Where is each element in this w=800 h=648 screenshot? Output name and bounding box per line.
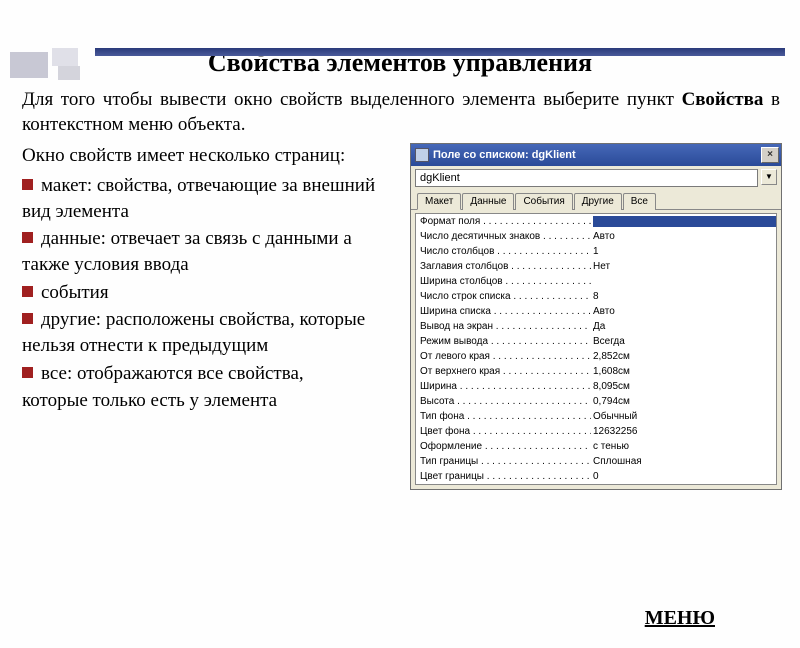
property-label: Вывод на экран . . . . . . . . . . . . .… <box>416 321 591 332</box>
property-value[interactable]: Авто <box>591 306 776 317</box>
list-item: другие: расположены свойства, которые не… <box>22 307 398 358</box>
tab-layout[interactable]: Макет <box>417 193 461 210</box>
property-row[interactable]: Цвет границы . . . . . . . . . . . . . .… <box>416 469 776 484</box>
tabs-row: Макет Данные События Другие Все <box>411 190 781 210</box>
list-item: макет: свойства, отвечающие за внешний в… <box>22 173 398 224</box>
property-row[interactable]: Оформление . . . . . . . . . . . . . . .… <box>416 439 776 454</box>
afterlist-text: которые только есть у элемента <box>22 388 398 414</box>
bullet-icon <box>22 232 33 243</box>
decoration-square <box>10 52 48 78</box>
dropdown-button[interactable]: ▼ <box>761 169 777 185</box>
property-row[interactable]: Цвет фона . . . . . . . . . . . . . . . … <box>416 424 776 439</box>
property-value[interactable]: 8 <box>591 291 776 302</box>
bullet-text: события <box>41 282 109 303</box>
property-label: Ширина столбцов . . . . . . . . . . . . … <box>416 276 591 287</box>
property-value[interactable] <box>591 216 776 227</box>
property-row[interactable]: Число столбцов . . . . . . . . . . . . .… <box>416 244 776 259</box>
bullet-icon <box>22 286 33 297</box>
property-label: Заглавия столбцов . . . . . . . . . . . … <box>416 261 591 272</box>
menu-link[interactable]: МЕНЮ <box>645 607 715 630</box>
property-label: Высота . . . . . . . . . . . . . . . . .… <box>416 396 591 407</box>
decoration-bar <box>95 48 785 56</box>
close-button[interactable]: × <box>761 147 779 163</box>
window-title: Поле со списком: dgKlient <box>433 149 761 161</box>
tab-events[interactable]: События <box>515 193 572 210</box>
property-label: Тип фона . . . . . . . . . . . . . . . .… <box>416 411 591 422</box>
property-row[interactable]: Тип фона . . . . . . . . . . . . . . . .… <box>416 409 776 424</box>
object-selector[interactable]: dgKlient <box>415 169 758 187</box>
property-row[interactable]: Ширина столбцов . . . . . . . . . . . . … <box>416 274 776 289</box>
property-value[interactable]: Всегда <box>591 336 776 347</box>
property-value[interactable]: 0,794см <box>591 396 776 407</box>
property-value[interactable]: Сплошная <box>591 456 776 467</box>
property-row[interactable]: Вывод на экран . . . . . . . . . . . . .… <box>416 319 776 334</box>
property-row[interactable]: Число десятичных знаков . . . . . . . . … <box>416 229 776 244</box>
tab-other[interactable]: Другие <box>574 193 622 210</box>
bullet-icon <box>22 367 33 378</box>
intro-bold: Свойства <box>682 89 764 110</box>
bullet-icon <box>22 313 33 324</box>
property-value[interactable]: Нет <box>591 261 776 272</box>
property-value[interactable]: 2,852см <box>591 351 776 362</box>
property-value[interactable]: Авто <box>591 231 776 242</box>
property-label: Число десятичных знаков . . . . . . . . … <box>416 231 591 242</box>
selector-value: dgKlient <box>420 172 460 184</box>
property-label: Режим вывода . . . . . . . . . . . . . .… <box>416 336 591 347</box>
intro-text-before: Для того чтобы вывести окно свойств выде… <box>22 89 682 110</box>
subintro-text: Окно свойств имеет несколько страниц: <box>22 143 398 169</box>
property-row[interactable]: От верхнего края . . . . . . . . . . . .… <box>416 364 776 379</box>
bullet-text: макет: свойства, отвечающие за внешний в… <box>22 175 375 222</box>
property-value[interactable]: 12632256 <box>591 426 776 437</box>
property-label: От верхнего края . . . . . . . . . . . .… <box>416 366 591 377</box>
property-label: Число строк списка . . . . . . . . . . .… <box>416 291 591 302</box>
intro-paragraph: Для того чтобы вывести окно свойств выде… <box>0 88 800 137</box>
property-label: Тип границы . . . . . . . . . . . . . . … <box>416 456 591 467</box>
bullet-text: данные: отвечает за связь с данными а та… <box>22 228 352 275</box>
list-item: события <box>22 280 398 306</box>
property-label: Число столбцов . . . . . . . . . . . . .… <box>416 246 591 257</box>
property-row[interactable]: Заглавия столбцов . . . . . . . . . . . … <box>416 259 776 274</box>
tab-data[interactable]: Данные <box>462 193 514 210</box>
decoration-square <box>58 66 80 80</box>
property-value[interactable]: Да <box>591 321 776 332</box>
property-row[interactable]: Ширина списка . . . . . . . . . . . . . … <box>416 304 776 319</box>
list-item: данные: отвечает за связь с данными а та… <box>22 226 398 277</box>
property-label: Цвет границы . . . . . . . . . . . . . .… <box>416 471 591 482</box>
property-value[interactable]: 8,095см <box>591 381 776 392</box>
property-label: Формат поля . . . . . . . . . . . . . . … <box>416 216 591 227</box>
property-row[interactable]: Высота . . . . . . . . . . . . . . . . .… <box>416 394 776 409</box>
property-row[interactable]: Число строк списка . . . . . . . . . . .… <box>416 289 776 304</box>
property-label: Ширина списка . . . . . . . . . . . . . … <box>416 306 591 317</box>
bullet-text: другие: расположены свойства, которые не… <box>22 309 365 356</box>
property-row[interactable]: Тип границы . . . . . . . . . . . . . . … <box>416 454 776 469</box>
decoration-square <box>52 48 78 66</box>
property-value[interactable]: 1 <box>591 246 776 257</box>
property-label: От левого края . . . . . . . . . . . . .… <box>416 351 591 362</box>
property-label: Оформление . . . . . . . . . . . . . . .… <box>416 441 591 452</box>
window-icon <box>415 148 429 162</box>
properties-list[interactable]: Формат поля . . . . . . . . . . . . . . … <box>415 213 777 485</box>
bullet-icon <box>22 179 33 190</box>
property-row[interactable]: Ширина . . . . . . . . . . . . . . . . .… <box>416 379 776 394</box>
property-label: Цвет фона . . . . . . . . . . . . . . . … <box>416 426 591 437</box>
properties-window: Поле со списком: dgKlient × dgKlient ▼ М… <box>410 143 782 490</box>
list-item: все: отображаются все свойства, <box>22 361 398 387</box>
property-value[interactable]: 0 <box>591 471 776 482</box>
property-row[interactable]: Формат поля . . . . . . . . . . . . . . … <box>416 214 776 229</box>
tab-all[interactable]: Все <box>623 193 656 210</box>
property-value[interactable]: 1,608см <box>591 366 776 377</box>
bullet-text: все: отображаются все свойства, <box>41 363 304 384</box>
property-row[interactable]: Режим вывода . . . . . . . . . . . . . .… <box>416 334 776 349</box>
property-row[interactable]: От левого края . . . . . . . . . . . . .… <box>416 349 776 364</box>
window-titlebar[interactable]: Поле со списком: dgKlient × <box>411 144 781 166</box>
property-label: Ширина . . . . . . . . . . . . . . . . .… <box>416 381 591 392</box>
property-value[interactable]: с тенью <box>591 441 776 452</box>
property-value[interactable]: Обычный <box>591 411 776 422</box>
